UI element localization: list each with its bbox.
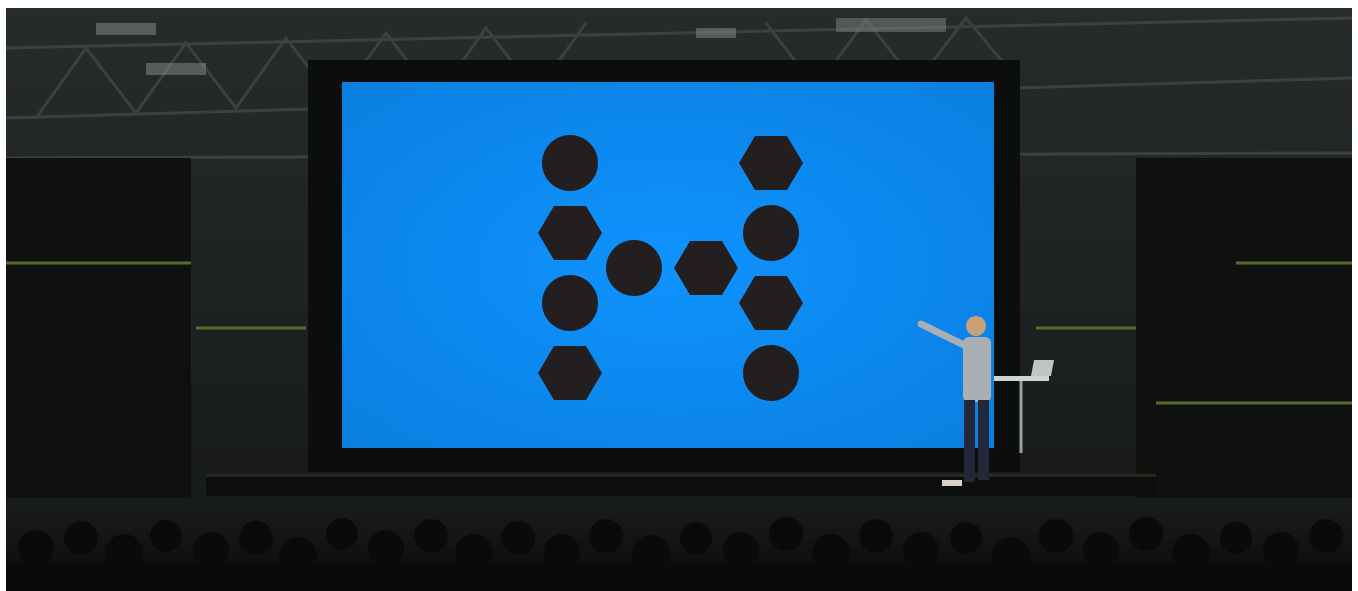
- audience: [6, 508, 1352, 591]
- left-speaker-tower: [6, 158, 191, 498]
- stage-floor: [206, 476, 1156, 496]
- logo-circle: [743, 205, 799, 261]
- projection-screen: [342, 82, 994, 448]
- logo-circle: [542, 275, 598, 331]
- logo-circle: [606, 240, 662, 296]
- laptop: [1031, 360, 1054, 376]
- right-speaker-tower: [1136, 158, 1352, 498]
- logo-circle: [542, 135, 598, 191]
- photo-frame: [6, 8, 1352, 591]
- logo-circle: [743, 345, 799, 401]
- stage-photo: [6, 8, 1352, 591]
